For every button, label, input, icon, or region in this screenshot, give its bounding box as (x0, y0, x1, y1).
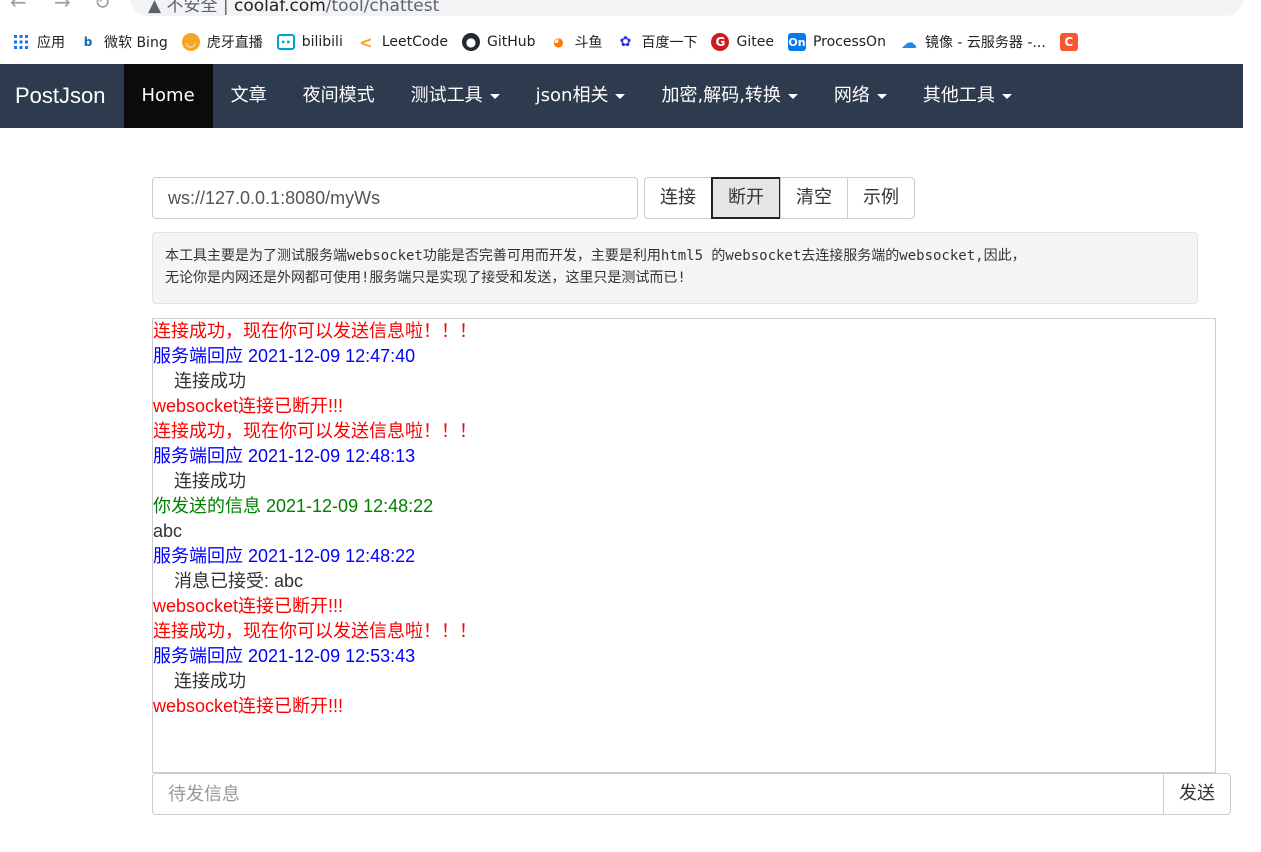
nav-network[interactable]: 网络 (816, 64, 905, 128)
bookmark-baidu[interactable]: ✿ 百度一下 (616, 32, 698, 52)
caret-down-icon (615, 93, 626, 99)
bookmark-leetcode[interactable]: < LeetCode (357, 32, 448, 52)
websocket-url-input[interactable]: ws://127.0.0.1:8080/myWs (152, 177, 638, 219)
warning-icon: ▲ (148, 0, 162, 16)
nav-encrypt[interactable]: 加密,解码,转换 (643, 64, 815, 128)
apps-grid-icon (12, 33, 30, 51)
bookmark-label: GitHub (486, 34, 536, 50)
github-icon: ● (461, 33, 480, 51)
nav-other-tools[interactable]: 其他工具 (905, 64, 1030, 128)
bookmarks-bar: 应用 b 微软 Bing ◡ 虎牙直播 •• bilibili < LeetCo… (0, 28, 1243, 56)
bookmark-label: bilibili (301, 34, 343, 50)
nav-label: 文章 (230, 85, 267, 106)
nav-json[interactable]: json相关 (518, 64, 644, 128)
caret-down-icon (787, 93, 798, 99)
info-line: 本工具主要是为了测试服务端websocket功能是否完善可用而开发，主要是利用h… (165, 248, 1026, 264)
connection-button-group: 连接 断开 清空 示例 (644, 177, 915, 219)
log-line: 服务端回应 2021-12-09 12:48:13 (153, 446, 416, 466)
bookmark-label: 微软 Bing (104, 35, 168, 51)
security-label: 不安全 (166, 0, 218, 16)
nav-label: Home (141, 85, 195, 106)
csdn-icon: C (1059, 33, 1078, 51)
nav-night-mode[interactable]: 夜间模式 (285, 64, 393, 128)
nav-home[interactable]: Home (123, 64, 213, 128)
log-line: 连接成功，现在你可以发送信息啦！！！ (153, 421, 477, 441)
log-line: 服务端回应 2021-12-09 12:48:22 (153, 546, 416, 566)
log-line: websocket连接已断开!!! (153, 396, 344, 416)
bookmark-label: 斗鱼 (574, 35, 603, 51)
url-separator: | (222, 0, 229, 16)
browser-toolbar: ← → ↻ ▲ 不安全 | coolaf.com/tool/chattest (0, 0, 1243, 20)
bookmark-label: 虎牙直播 (206, 35, 263, 51)
caret-down-icon (1001, 93, 1012, 99)
log-line: 连接成功 (174, 471, 246, 491)
log-line: websocket连接已断开!!! (153, 596, 344, 616)
info-line: 无论你是内网还是外网都可使用!服务端只是实现了接受和发送，这里只是测试而已! (165, 270, 686, 286)
info-box: 本工具主要是为了测试服务端websocket功能是否完善可用而开发，主要是利用h… (152, 232, 1198, 304)
nav-label: 夜间模式 (302, 85, 375, 106)
top-navbar: PostJson Home 文章 夜间模式 测试工具 json相关 加密,解码,… (0, 64, 1243, 128)
bookmark-label: 镜像 - 云服务器 -... (924, 35, 1046, 51)
bing-icon: b (83, 35, 93, 49)
bookmark-label: Gitee (736, 34, 774, 50)
bookmark-huya[interactable]: ◡ 虎牙直播 (181, 32, 263, 52)
nav-label: json相关 (535, 85, 609, 106)
bookmark-label: 应用 (37, 35, 65, 51)
nav-label: 加密,解码,转换 (661, 85, 781, 106)
log-line: 连接成功 (174, 371, 246, 391)
processon-icon: On (787, 33, 806, 51)
log-line: abc (153, 521, 183, 541)
douyu-icon: ◕ (553, 35, 564, 49)
nav-label: 其他工具 (922, 85, 995, 106)
bilibili-icon: •• (276, 34, 295, 50)
caret-down-icon (489, 93, 500, 99)
huya-icon: ◡ (181, 33, 200, 51)
leetcode-icon: < (359, 32, 373, 52)
log-line: 你发送的信息 2021-12-09 12:48:22 (153, 496, 434, 516)
url-path: /tool/chattest (325, 0, 440, 16)
send-button[interactable]: 发送 (1163, 773, 1231, 815)
bookmark-apps[interactable]: 应用 (12, 32, 65, 52)
caret-down-icon (876, 93, 887, 99)
nav-articles[interactable]: 文章 (213, 64, 285, 128)
brand-logo[interactable]: PostJson (0, 64, 124, 128)
log-line: 连接成功 (174, 671, 246, 691)
bookmark-overflow[interactable]: C (1059, 33, 1085, 51)
back-icon[interactable]: ← (10, 0, 27, 14)
bookmark-cloud-mirror[interactable]: ☁ 镜像 - 云服务器 -... (900, 32, 1046, 52)
bookmark-bing[interactable]: b 微软 Bing (79, 32, 168, 52)
clear-button[interactable]: 清空 (780, 177, 848, 219)
message-log[interactable]: 连接成功，现在你可以发送信息啦！！！ 服务端回应 2021-12-09 12:4… (152, 318, 1216, 773)
forward-icon[interactable]: → (54, 0, 71, 14)
baidu-icon: ✿ (619, 34, 632, 50)
disconnect-button[interactable]: 断开 (711, 177, 781, 219)
cloud-icon: ☁ (900, 32, 917, 52)
log-line: 服务端回应 2021-12-09 12:53:43 (153, 646, 416, 666)
url-host: coolaf.com (234, 0, 326, 16)
address-bar-text[interactable]: ▲ 不安全 | coolaf.com/tool/chattest (148, 0, 439, 16)
bookmark-processon[interactable]: On ProcessOn (787, 33, 886, 51)
log-line: 连接成功，现在你可以发送信息啦！！！ (153, 621, 477, 641)
bookmark-gitee[interactable]: G Gitee (711, 33, 774, 51)
nav-label: 测试工具 (410, 85, 483, 106)
bookmark-label: ProcessOn (812, 34, 886, 50)
example-button[interactable]: 示例 (847, 177, 915, 219)
log-line: websocket连接已断开!!! (153, 696, 344, 716)
bookmark-douyu[interactable]: ◕ 斗鱼 (549, 32, 602, 52)
bookmark-label: 百度一下 (641, 35, 698, 51)
gitee-icon: G (711, 33, 730, 51)
nav-test-tools[interactable]: 测试工具 (393, 64, 518, 128)
nav-label: 网络 (833, 85, 870, 106)
log-line: 连接成功，现在你可以发送信息啦！！！ (153, 321, 477, 341)
reload-icon[interactable]: ↻ (94, 0, 111, 14)
bookmark-label: LeetCode (381, 34, 448, 50)
connect-button[interactable]: 连接 (644, 177, 712, 219)
log-line: 消息已接受: abc (174, 571, 304, 591)
bookmark-github[interactable]: ● GitHub (461, 33, 536, 51)
message-input[interactable]: 待发信息 (152, 773, 1164, 815)
log-line: 服务端回应 2021-12-09 12:47:40 (153, 346, 416, 366)
bookmark-bilibili[interactable]: •• bilibili (276, 34, 343, 50)
